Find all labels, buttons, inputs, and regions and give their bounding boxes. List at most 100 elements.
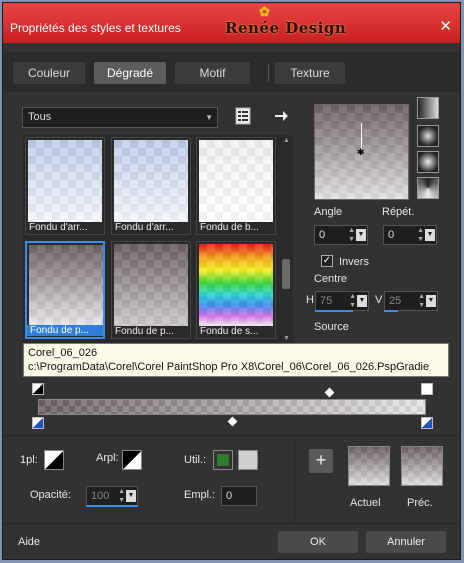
tooltip-name: Corel_06_026	[28, 347, 98, 359]
opacity-label: Opacité:	[30, 489, 71, 501]
spinner-arrows-icon[interactable]: ▲ ▼	[418, 292, 425, 310]
first-plan-swatch[interactable]	[44, 450, 64, 470]
repeat-input[interactable]: 0 ▲ ▼ ▼	[383, 225, 437, 245]
gradient-label: Fondu de s...	[200, 326, 259, 337]
angle-input[interactable]: 0 ▲ ▼ ▼	[314, 225, 368, 245]
arrow-right-icon[interactable]	[273, 108, 289, 124]
invert-checkbox[interactable]: ✓	[321, 255, 333, 267]
spinner-arrows-icon[interactable]: ▲ ▼	[417, 226, 424, 244]
current-gradient-preview[interactable]	[348, 446, 390, 486]
user-color-label: Util.:	[184, 454, 206, 466]
gradient-thumb-selected[interactable]: Fondu de p...	[25, 241, 105, 339]
chevron-down-icon: ▼	[205, 113, 213, 122]
gradient-preview-large[interactable]: ✱	[314, 104, 409, 200]
dropdown-arrow-icon[interactable]: ▼	[356, 229, 366, 241]
help-link[interactable]: Aide	[18, 536, 40, 548]
source-label: Source	[314, 321, 349, 333]
location-input[interactable]: 0	[221, 486, 257, 506]
spinner-arrows-icon[interactable]: ▲ ▼	[349, 292, 356, 310]
gradient-label: Fondu de b...	[200, 222, 259, 233]
start-color-marker[interactable]	[32, 383, 44, 395]
radial-gradient-type-button[interactable]	[417, 151, 439, 173]
divider	[3, 435, 460, 436]
user-color-swatch-2[interactable]	[238, 450, 258, 470]
background-plan-swatch[interactable]	[122, 450, 142, 470]
gradient-preview	[29, 245, 103, 327]
library-scrollbar[interactable]: ▲ ▼	[281, 137, 291, 342]
user-color-fill	[217, 454, 229, 466]
gradient-preview	[114, 140, 188, 222]
document-list-icon[interactable]	[235, 107, 251, 125]
current-label: Actuel	[350, 497, 381, 509]
sunburst-gradient-type-button[interactable]	[417, 177, 439, 199]
spinner-arrows-icon[interactable]: ▲ ▼	[348, 226, 355, 244]
linear-gradient-type-button[interactable]	[417, 97, 439, 119]
gradient-preview	[114, 244, 188, 326]
center-h-label: H	[306, 294, 314, 306]
gradient-preview	[28, 140, 102, 222]
gradient-tooltip: Corel_06_026 c:\ProgramData\Corel\Corel …	[23, 343, 449, 377]
gradient-thumb[interactable]: Fondu de s...	[196, 241, 276, 339]
ok-button[interactable]: OK	[278, 531, 358, 553]
dropdown-arrow-icon[interactable]: ▼	[426, 295, 436, 307]
spinner-arrows-icon[interactable]: ▲ ▼	[118, 487, 125, 505]
center-v-input[interactable]: 25 ▲ ▼ ▼	[384, 291, 438, 311]
gradient-thumb[interactable]: Fondu d'arr...	[25, 137, 105, 235]
tab-motif[interactable]: Motif	[175, 62, 250, 84]
center-h-input[interactable]: 75 ▲ ▼ ▼	[315, 291, 369, 311]
opacity-input[interactable]: 100 ▲ ▼ ▼	[86, 486, 138, 506]
scroll-up-icon[interactable]: ▲	[283, 137, 290, 144]
start-opacity-marker[interactable]	[32, 417, 44, 429]
styles-textures-dialog: Propriétés des styles et textures ✿ René…	[2, 2, 461, 560]
dropdown-arrow-icon[interactable]: ▼	[357, 295, 367, 307]
title-bar: Propriétés des styles et textures ✿ René…	[3, 3, 460, 43]
tab-bar: Couleur Dégradé Motif Texture	[3, 52, 460, 92]
gradient-preview	[199, 244, 273, 326]
tooltip-path: c:\ProgramData\Corel\Corel PaintShop Pro…	[28, 361, 430, 373]
scroll-down-icon[interactable]: ▼	[283, 335, 290, 342]
gradient-thumb[interactable]: Fondu de b...	[196, 137, 276, 235]
center-v-label: V	[375, 294, 383, 306]
scroll-thumb[interactable]	[282, 259, 290, 289]
add-gradient-button[interactable]: +	[309, 449, 333, 473]
gradient-thumb[interactable]: Fondu d'arr...	[111, 137, 191, 235]
gradient-label: Fondu d'arr...	[29, 222, 88, 233]
first-plan-label: 1pl:	[20, 454, 38, 466]
tab-texture[interactable]: Texture	[275, 62, 345, 84]
renee-design-logo: ✿ Renée Design	[225, 5, 347, 37]
center-h-slider[interactable]	[315, 310, 353, 312]
midpoint-diamond-bottom[interactable]	[227, 416, 238, 427]
dialog-title: Propriétés des styles et textures	[10, 21, 181, 35]
repeat-label: Répét.	[382, 206, 415, 218]
cancel-button[interactable]: Annuler	[366, 531, 446, 553]
background-plan-label: Arpl:	[96, 452, 119, 464]
invert-label: Invers	[339, 256, 369, 268]
center-handle-icon[interactable]: ✱	[357, 147, 365, 158]
gradient-label: Fondu d'arr...	[115, 222, 174, 233]
butterfly-icon: ✿	[259, 5, 271, 20]
center-label: Centre	[314, 273, 348, 285]
divider-vertical	[294, 439, 295, 523]
location-label: Empl.:	[184, 489, 216, 501]
user-color-swatch[interactable]	[213, 450, 233, 470]
rectangular-gradient-type-button[interactable]	[417, 125, 439, 147]
close-button[interactable]: ✕	[439, 17, 452, 35]
gradient-thumb[interactable]: Fondu de p...	[111, 241, 191, 339]
tab-couleur[interactable]: Couleur	[13, 62, 85, 84]
center-v-slider[interactable]	[384, 310, 398, 312]
previous-gradient-preview[interactable]	[401, 446, 443, 486]
gradient-library: Fondu d'arr... Fondu d'arr... Fondu de b…	[23, 135, 293, 345]
gradient-editor-bar[interactable]	[38, 399, 426, 415]
dropdown-arrow-icon[interactable]: ▼	[126, 490, 136, 502]
end-color-marker[interactable]	[421, 383, 433, 395]
end-opacity-marker[interactable]	[421, 417, 433, 429]
gradient-label: Fondu de p...	[27, 325, 103, 336]
midpoint-diamond-top[interactable]	[324, 387, 335, 398]
divider	[3, 523, 460, 524]
opacity-slider[interactable]	[86, 505, 138, 507]
dropdown-arrow-icon[interactable]: ▼	[425, 229, 435, 241]
gradient-label: Fondu de p...	[115, 326, 174, 337]
tab-degrade[interactable]: Dégradé	[94, 62, 166, 84]
category-value: Tous	[28, 111, 52, 123]
category-dropdown[interactable]: Tous ▼	[22, 107, 218, 128]
